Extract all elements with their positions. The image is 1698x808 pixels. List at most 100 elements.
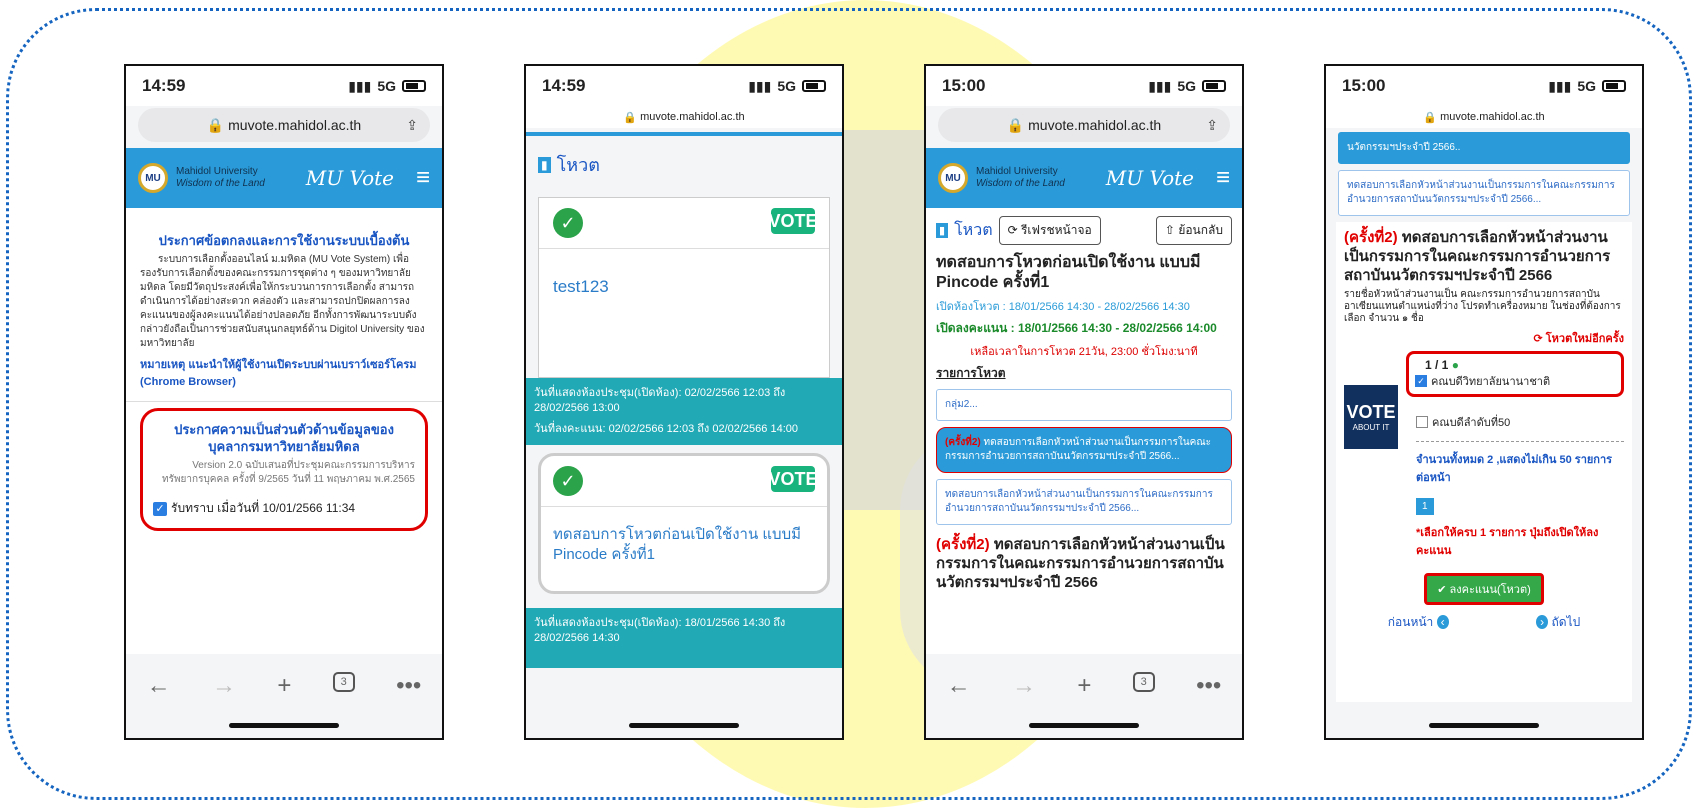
- section-title: โหวต: [954, 222, 993, 239]
- time: 14:59: [542, 76, 586, 95]
- privacy-box: ประกาศความเป็นส่วนตัวด้านข้อมูลของบุคลาก…: [140, 408, 428, 531]
- ack-label: รับทราบ เมื่อวันที่ 10/01/2566 11:34: [171, 501, 356, 515]
- status-bar: 15:00 ▮▮▮ 5G: [926, 66, 1242, 106]
- submit-vote-button[interactable]: ✔ ลงคะแนน(โหวต): [1424, 573, 1544, 605]
- announcement-body: ระบบการเลือกตั้งออนไลน์ ม.มหิดล (MU Vote…: [140, 254, 425, 349]
- battery-icon: [1202, 80, 1226, 92]
- phone-1: 14:59 ▮▮▮ 5G 🔒 muvote.mahidol.ac.th ⇪ MU …: [124, 64, 444, 740]
- chart-icon: ▮: [538, 156, 551, 173]
- more-icon[interactable]: •••: [396, 672, 421, 700]
- announcement-title: ประกาศข้อตกลงและการใช้งานระบบเบื้องต้น: [158, 233, 410, 248]
- home-indicator: [1029, 723, 1139, 728]
- list-title: รายการโหวต: [936, 366, 1006, 380]
- next-button[interactable]: › ถัดไป: [1536, 613, 1580, 632]
- room-open: เปิดห้องโหวต : 18/01/2566 14:30 - 28/02/…: [936, 301, 1190, 313]
- url-bar[interactable]: 🔒 muvote.mahidol.ac.th ⇪: [938, 108, 1230, 142]
- time: 14:59: [142, 76, 186, 95]
- phone-4: 15:00 ▮▮▮ 5G 🔒 muvote.mahidol.ac.th นวัต…: [1324, 64, 1644, 740]
- signal-icon: ▮▮▮ 5G: [1548, 78, 1626, 95]
- page-button[interactable]: 1: [1416, 498, 1434, 515]
- back-arrow-icon[interactable]: ←: [947, 672, 971, 700]
- list-item[interactable]: ทดสอบการเลือกหัวหน้าส่วนงานเป็นกรรมการใน…: [1338, 170, 1630, 216]
- option-1[interactable]: ✓ คณบดีวิทยาลัยนานาชาติ: [1415, 372, 1615, 390]
- revote-link[interactable]: ⟳ โหวตใหม่อีกครั้ง: [1344, 329, 1624, 347]
- battery-icon: [402, 80, 426, 92]
- option-1-checkbox[interactable]: ✓: [1415, 375, 1427, 387]
- battery-icon: [802, 80, 826, 92]
- list-item-active[interactable]: (ครั้งที่2) ทดสอบการเลือกหัวหน้าส่วนงานเ…: [936, 427, 1232, 473]
- privacy-text: Version 2.0 ฉบับเสนอที่ประชุมคณะกรรมการบ…: [162, 460, 415, 485]
- new-tab-icon[interactable]: +: [1077, 672, 1091, 700]
- remaining-time: เหลือเวลาในการโหวต 21วัน, 23:00 ชั่วโมง:…: [970, 346, 1198, 358]
- must-select-text: *เลือกให้ครบ 1 รายการ ปุ่มถึงเปิดให้ลงคะ…: [1416, 527, 1599, 557]
- forward-arrow-icon[interactable]: →: [1012, 672, 1036, 700]
- vote-card-1-dates: วันที่แสดงห้องประชุม(เปิดห้อง): 02/02/25…: [526, 378, 842, 445]
- option-2[interactable]: คณบดีลำดับที่50: [1416, 413, 1624, 442]
- share-icon[interactable]: ⇪: [406, 117, 418, 134]
- tabs-icon[interactable]: 3: [332, 672, 355, 692]
- status-bar: 14:59 ▮▮▮ 5G: [126, 66, 442, 106]
- home-indicator: [1429, 723, 1539, 728]
- vote-card-2[interactable]: ✓ VOTE ทดสอบการโหวตก่อนเปิดใช้งาน แบบมี …: [538, 453, 830, 594]
- back-button[interactable]: ⇧ ย้อนกลับ: [1155, 216, 1232, 245]
- selection-count: 1 / 1 ●: [1425, 358, 1459, 372]
- status-bar: 14:59 ▮▮▮ 5G: [526, 66, 842, 106]
- instructions: รายชื่อหัวหน้าส่วนงานเป็น คณะกรรมการอำนว…: [1344, 289, 1621, 324]
- note: หมายเหตุ แนะนำให้ผู้ใช้งานเปิดระบบผ่านเบ…: [140, 359, 417, 388]
- home-indicator: [629, 723, 739, 728]
- url-bar[interactable]: 🔒 muvote.mahidol.ac.th ⇪: [138, 108, 430, 142]
- check-icon: ✓: [553, 466, 583, 496]
- url-bar[interactable]: 🔒 muvote.mahidol.ac.th: [526, 106, 842, 128]
- total-text: จำนวนทั้งหมด 2 ,แสดงไม่เกิน 50 รายการต่อ…: [1416, 454, 1613, 484]
- ack-checkbox[interactable]: ✓: [153, 501, 167, 516]
- menu-icon[interactable]: ≡: [1216, 164, 1230, 192]
- app-name: MU Vote: [305, 166, 394, 190]
- more-icon[interactable]: •••: [1196, 672, 1221, 700]
- toolbar: ▮ โหวต ⟳ รีเฟรชหน้าจอ ⇧ ย้อนกลับ: [936, 216, 1232, 245]
- vote-badge-icon: VOTE: [769, 466, 818, 492]
- list-group[interactable]: กลุ่ม2...: [936, 389, 1232, 421]
- vote-card-1[interactable]: ✓ VOTE test123: [538, 197, 830, 378]
- back-arrow-icon[interactable]: ←: [147, 672, 171, 700]
- app-name: MU Vote: [1105, 166, 1194, 190]
- signal-icon: ▮▮▮ 5G: [1148, 78, 1226, 95]
- url-bar[interactable]: 🔒 muvote.mahidol.ac.th: [1326, 106, 1642, 128]
- app-header: MU Mahidol University Wisdom of the Land …: [926, 148, 1242, 208]
- detail-title: (ครั้งที่2) ทดสอบการเลือกหัวหน้าส่วนงานเ…: [1344, 229, 1611, 284]
- section-header: ▮ โหวต: [526, 136, 842, 193]
- signal-icon: ▮▮▮ 5G: [748, 78, 826, 95]
- phone-2: 14:59 ▮▮▮ 5G 🔒 muvote.mahidol.ac.th ▮ โห…: [524, 64, 844, 740]
- ack-row: ✓ รับทราบ เมื่อวันที่ 10/01/2566 11:34: [153, 499, 415, 518]
- chart-icon: ▮: [936, 223, 949, 238]
- detail-title: (ครั้งที่2) ทดสอบการเลือกหัวหน้าส่วนงานเ…: [936, 536, 1225, 591]
- university-name: Mahidol University Wisdom of the Land: [176, 166, 265, 189]
- stage: 14:59 ▮▮▮ 5G 🔒 muvote.mahidol.ac.th ⇪ MU …: [0, 0, 1698, 808]
- vote-badge-icon: VOTE: [769, 208, 818, 234]
- share-icon[interactable]: ⇪: [1206, 117, 1218, 134]
- detail-card: (ครั้งที่2) ทดสอบการเลือกหัวหน้าส่วนงานเ…: [1336, 222, 1632, 702]
- vote-about-it-logo: VOTE ABOUT IT: [1344, 385, 1398, 449]
- vote-card-title: ทดสอบการโหวตก่อนเปิดใช้งาน แบบมี Pincode…: [553, 526, 801, 563]
- voting-open: เปิดลงคะแนน : 18/01/2566 14:30 - 28/02/2…: [936, 321, 1217, 335]
- app-header: MU Mahidol University Wisdom of the Land …: [126, 148, 442, 208]
- privacy-title[interactable]: ประกาศความเป็นส่วนตัวด้านข้อมูลของบุคลาก…: [153, 421, 415, 455]
- top-item[interactable]: นวัตกรรมฯประจำปี 2566..: [1338, 132, 1630, 164]
- mahidol-logo-icon: MU: [138, 163, 168, 193]
- battery-icon: [1602, 80, 1626, 92]
- time: 15:00: [942, 76, 986, 95]
- vote-title: ทดสอบการโหวตก่อนเปิดใช้งาน แบบมี Pincode…: [936, 254, 1201, 291]
- vote-card-title: test123: [553, 277, 609, 296]
- check-icon: ●: [1451, 358, 1459, 372]
- list-item-2[interactable]: ทดสอบการเลือกหัวหน้าส่วนงานเป็นกรรมการใน…: [936, 479, 1232, 525]
- forward-arrow-icon[interactable]: →: [212, 672, 236, 700]
- refresh-button[interactable]: ⟳ รีเฟรชหน้าจอ: [998, 216, 1101, 245]
- check-icon: ✓: [553, 208, 583, 238]
- prev-button[interactable]: ก่อนหน้า ‹: [1388, 613, 1449, 632]
- option-2-checkbox[interactable]: [1416, 416, 1428, 428]
- signal-icon: ▮▮▮ 5G: [348, 78, 426, 95]
- menu-icon[interactable]: ≡: [416, 164, 430, 192]
- university-name: Mahidol University Wisdom of the Land: [976, 166, 1065, 189]
- mahidol-logo-icon: MU: [938, 163, 968, 193]
- new-tab-icon[interactable]: +: [277, 672, 291, 700]
- tabs-icon[interactable]: 3: [1132, 672, 1155, 692]
